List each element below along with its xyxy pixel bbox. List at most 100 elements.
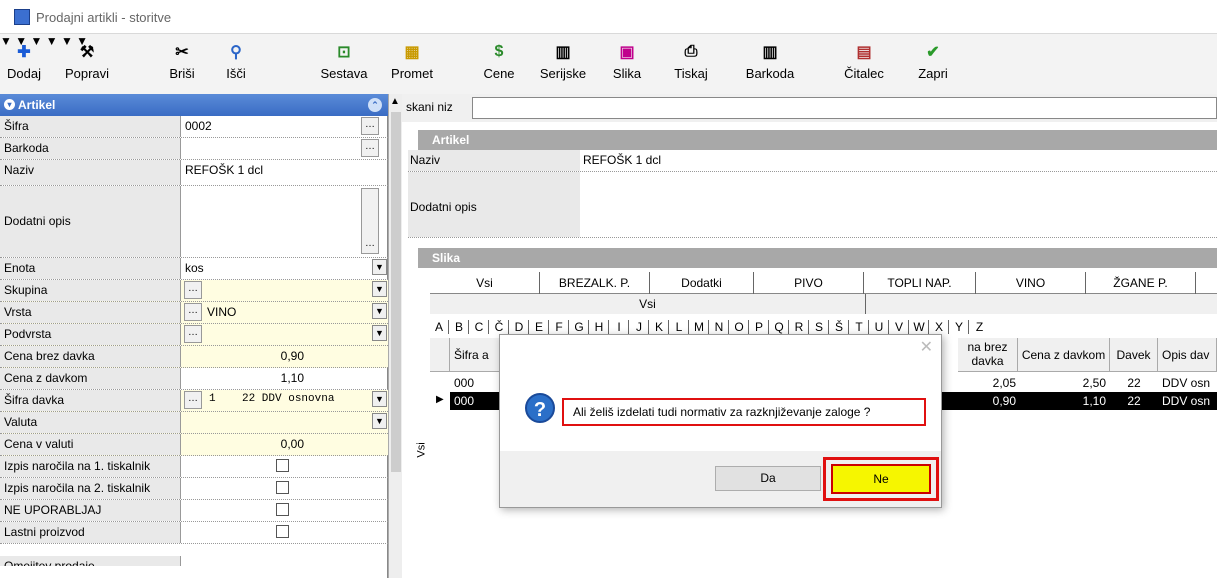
add-button[interactable]: ✚ Dodaj bbox=[2, 34, 46, 94]
dodatni-opis-button[interactable]: … bbox=[361, 188, 379, 254]
no-button[interactable]: Ne bbox=[831, 464, 931, 494]
col-tax-desc[interactable]: Opis dav bbox=[1158, 338, 1217, 372]
tab-brezalk[interactable]: BREZALK. P. bbox=[540, 272, 650, 294]
letter-i[interactable]: I bbox=[610, 320, 629, 334]
tab-vino[interactable]: VINO bbox=[976, 272, 1086, 294]
cena-z-davkom-input[interactable]: 1,10 bbox=[182, 368, 304, 389]
letter-g[interactable]: G bbox=[570, 320, 589, 334]
letter-f[interactable]: F bbox=[550, 320, 569, 334]
edit-button[interactable]: ⚒ Popravi bbox=[52, 34, 122, 94]
letter-q[interactable]: Q bbox=[770, 320, 789, 334]
right-naziv-value[interactable]: REFOŠK 1 dcl bbox=[581, 150, 1217, 171]
collapse-icon[interactable]: ⌃ bbox=[368, 98, 382, 112]
dodatni-opis-input[interactable] bbox=[182, 186, 388, 257]
letter-o[interactable]: O bbox=[730, 320, 749, 334]
col-sifra[interactable]: Šifra a bbox=[450, 338, 500, 372]
letter-u[interactable]: U bbox=[870, 320, 889, 334]
letter-y[interactable]: Y bbox=[950, 320, 969, 334]
letter-m[interactable]: M bbox=[690, 320, 709, 334]
letter-l[interactable]: L bbox=[670, 320, 689, 334]
podvrsta-lookup-button[interactable]: … bbox=[184, 325, 202, 343]
field-izpis1: Izpis naročila na 1. tiskalnik bbox=[0, 456, 388, 478]
row-pointer-icon: ▶ bbox=[436, 394, 444, 405]
composition-button[interactable]: ⊡ Sestava bbox=[312, 34, 376, 94]
letter-a[interactable]: A bbox=[430, 320, 449, 334]
col-gross-price[interactable]: Cena z davkom bbox=[1018, 338, 1110, 372]
naziv-input[interactable]: REFOŠK 1 dcl bbox=[182, 160, 388, 185]
letter-k[interactable]: K bbox=[650, 320, 669, 334]
field-barkoda: Barkoda… bbox=[0, 138, 388, 160]
letter-s[interactable]: S bbox=[810, 320, 829, 334]
chevron-down-icon[interactable]: ▼ bbox=[372, 303, 387, 319]
letter-r[interactable]: R bbox=[790, 320, 809, 334]
letter-b[interactable]: B bbox=[450, 320, 469, 334]
letter-p[interactable]: P bbox=[750, 320, 769, 334]
vrsta-select[interactable]: VINO bbox=[204, 302, 388, 323]
slika-section-header: Slika bbox=[418, 248, 1217, 268]
right-dodatni-opis-value[interactable] bbox=[581, 172, 1217, 237]
tab-vsi[interactable]: Vsi bbox=[430, 272, 540, 294]
barcode-button[interactable]: ▥ Barkoda bbox=[730, 34, 810, 94]
chevron-down-icon[interactable]: ▼ bbox=[372, 391, 387, 407]
col-net-price[interactable]: na brez davka bbox=[958, 338, 1018, 372]
barkoda-lookup-button[interactable]: … bbox=[361, 139, 379, 157]
field-valuta: Valuta ▼ bbox=[0, 412, 388, 434]
letter-t[interactable]: T bbox=[850, 320, 869, 334]
tab-dodatki[interactable]: Dodatki bbox=[650, 272, 754, 294]
prices-button[interactable]: $ Cene bbox=[474, 34, 524, 94]
yes-button[interactable]: Da bbox=[715, 466, 821, 491]
sifra-davka-select[interactable]: 1 22 DDV osnovna bbox=[206, 390, 370, 411]
scroll-up-icon[interactable]: ▲ bbox=[390, 96, 400, 107]
close-button[interactable]: ✔ Zapri bbox=[910, 34, 956, 94]
lastni-proizvod-checkbox[interactable] bbox=[276, 525, 289, 538]
skupina-select[interactable] bbox=[204, 280, 388, 301]
cena-brez-davka-input[interactable]: 0,90 bbox=[182, 346, 304, 367]
confirm-dialog: ✕ ? Ali želiš izdelati tudi normativ za … bbox=[499, 334, 942, 508]
letter-e[interactable]: E bbox=[530, 320, 549, 334]
letter-sh[interactable]: Š bbox=[830, 320, 849, 334]
letter-v[interactable]: V bbox=[890, 320, 909, 334]
tab-zgane-p[interactable]: ŽGANE P. bbox=[1086, 272, 1196, 294]
turnover-button[interactable]: ▦ Promet bbox=[388, 34, 436, 94]
letter-d[interactable]: D bbox=[510, 320, 529, 334]
vertical-scrollbar[interactable]: ▲ bbox=[388, 94, 402, 578]
sifra-davka-lookup-button[interactable]: … bbox=[184, 391, 202, 409]
tab-topli-nap[interactable]: TOPLI NAP. bbox=[864, 272, 976, 294]
izpis2-checkbox[interactable] bbox=[276, 481, 289, 494]
valuta-select[interactable] bbox=[182, 412, 388, 433]
print-button[interactable]: ⎙ Tiskaj bbox=[666, 34, 716, 94]
chevron-down-icon[interactable]: ▼ bbox=[372, 325, 387, 341]
letter-x[interactable]: X bbox=[930, 320, 949, 334]
letter-z[interactable]: Z bbox=[970, 320, 989, 334]
sifra-lookup-button[interactable]: … bbox=[361, 117, 379, 135]
podvrsta-select[interactable] bbox=[204, 324, 388, 345]
izpis1-checkbox[interactable] bbox=[276, 459, 289, 472]
tab-pivo[interactable]: PIVO bbox=[754, 272, 864, 294]
skupina-lookup-button[interactable]: … bbox=[184, 281, 202, 299]
ne-uporabljaj-checkbox[interactable] bbox=[276, 503, 289, 516]
sifra-input[interactable]: 0002 bbox=[182, 116, 388, 137]
serials-button[interactable]: ▥ Serijske bbox=[530, 34, 596, 94]
search-button[interactable]: ⚲ Išči bbox=[214, 34, 258, 94]
letter-c[interactable]: C bbox=[470, 320, 489, 334]
search-input[interactable] bbox=[472, 97, 1217, 119]
chevron-down-icon[interactable]: ▼ bbox=[372, 281, 387, 297]
image-button[interactable]: ▣ Slika bbox=[602, 34, 652, 94]
barkoda-input[interactable] bbox=[182, 138, 388, 159]
chevron-down-icon[interactable]: ▼ bbox=[372, 259, 387, 275]
cena-v-valuti-input[interactable]: 0,00 bbox=[182, 434, 304, 455]
scrollbar-thumb[interactable] bbox=[391, 112, 401, 472]
letter-n[interactable]: N bbox=[710, 320, 729, 334]
letter-ch[interactable]: Č bbox=[490, 320, 509, 334]
enota-select[interactable]: kos bbox=[182, 258, 388, 279]
reader-button[interactable]: ▤ Čitalec bbox=[834, 34, 894, 94]
letter-h[interactable]: H bbox=[590, 320, 609, 334]
letter-w[interactable]: W bbox=[910, 320, 929, 334]
close-icon[interactable]: ✕ bbox=[920, 337, 933, 357]
delete-button[interactable]: ✂ Briši bbox=[160, 34, 204, 94]
chevron-down-icon[interactable]: ▼ bbox=[372, 413, 387, 429]
col-tax[interactable]: Davek bbox=[1110, 338, 1158, 372]
vrsta-lookup-button[interactable]: … bbox=[184, 303, 202, 321]
letter-j[interactable]: J bbox=[630, 320, 649, 334]
subtab-vsi[interactable]: Vsi bbox=[430, 294, 866, 314]
